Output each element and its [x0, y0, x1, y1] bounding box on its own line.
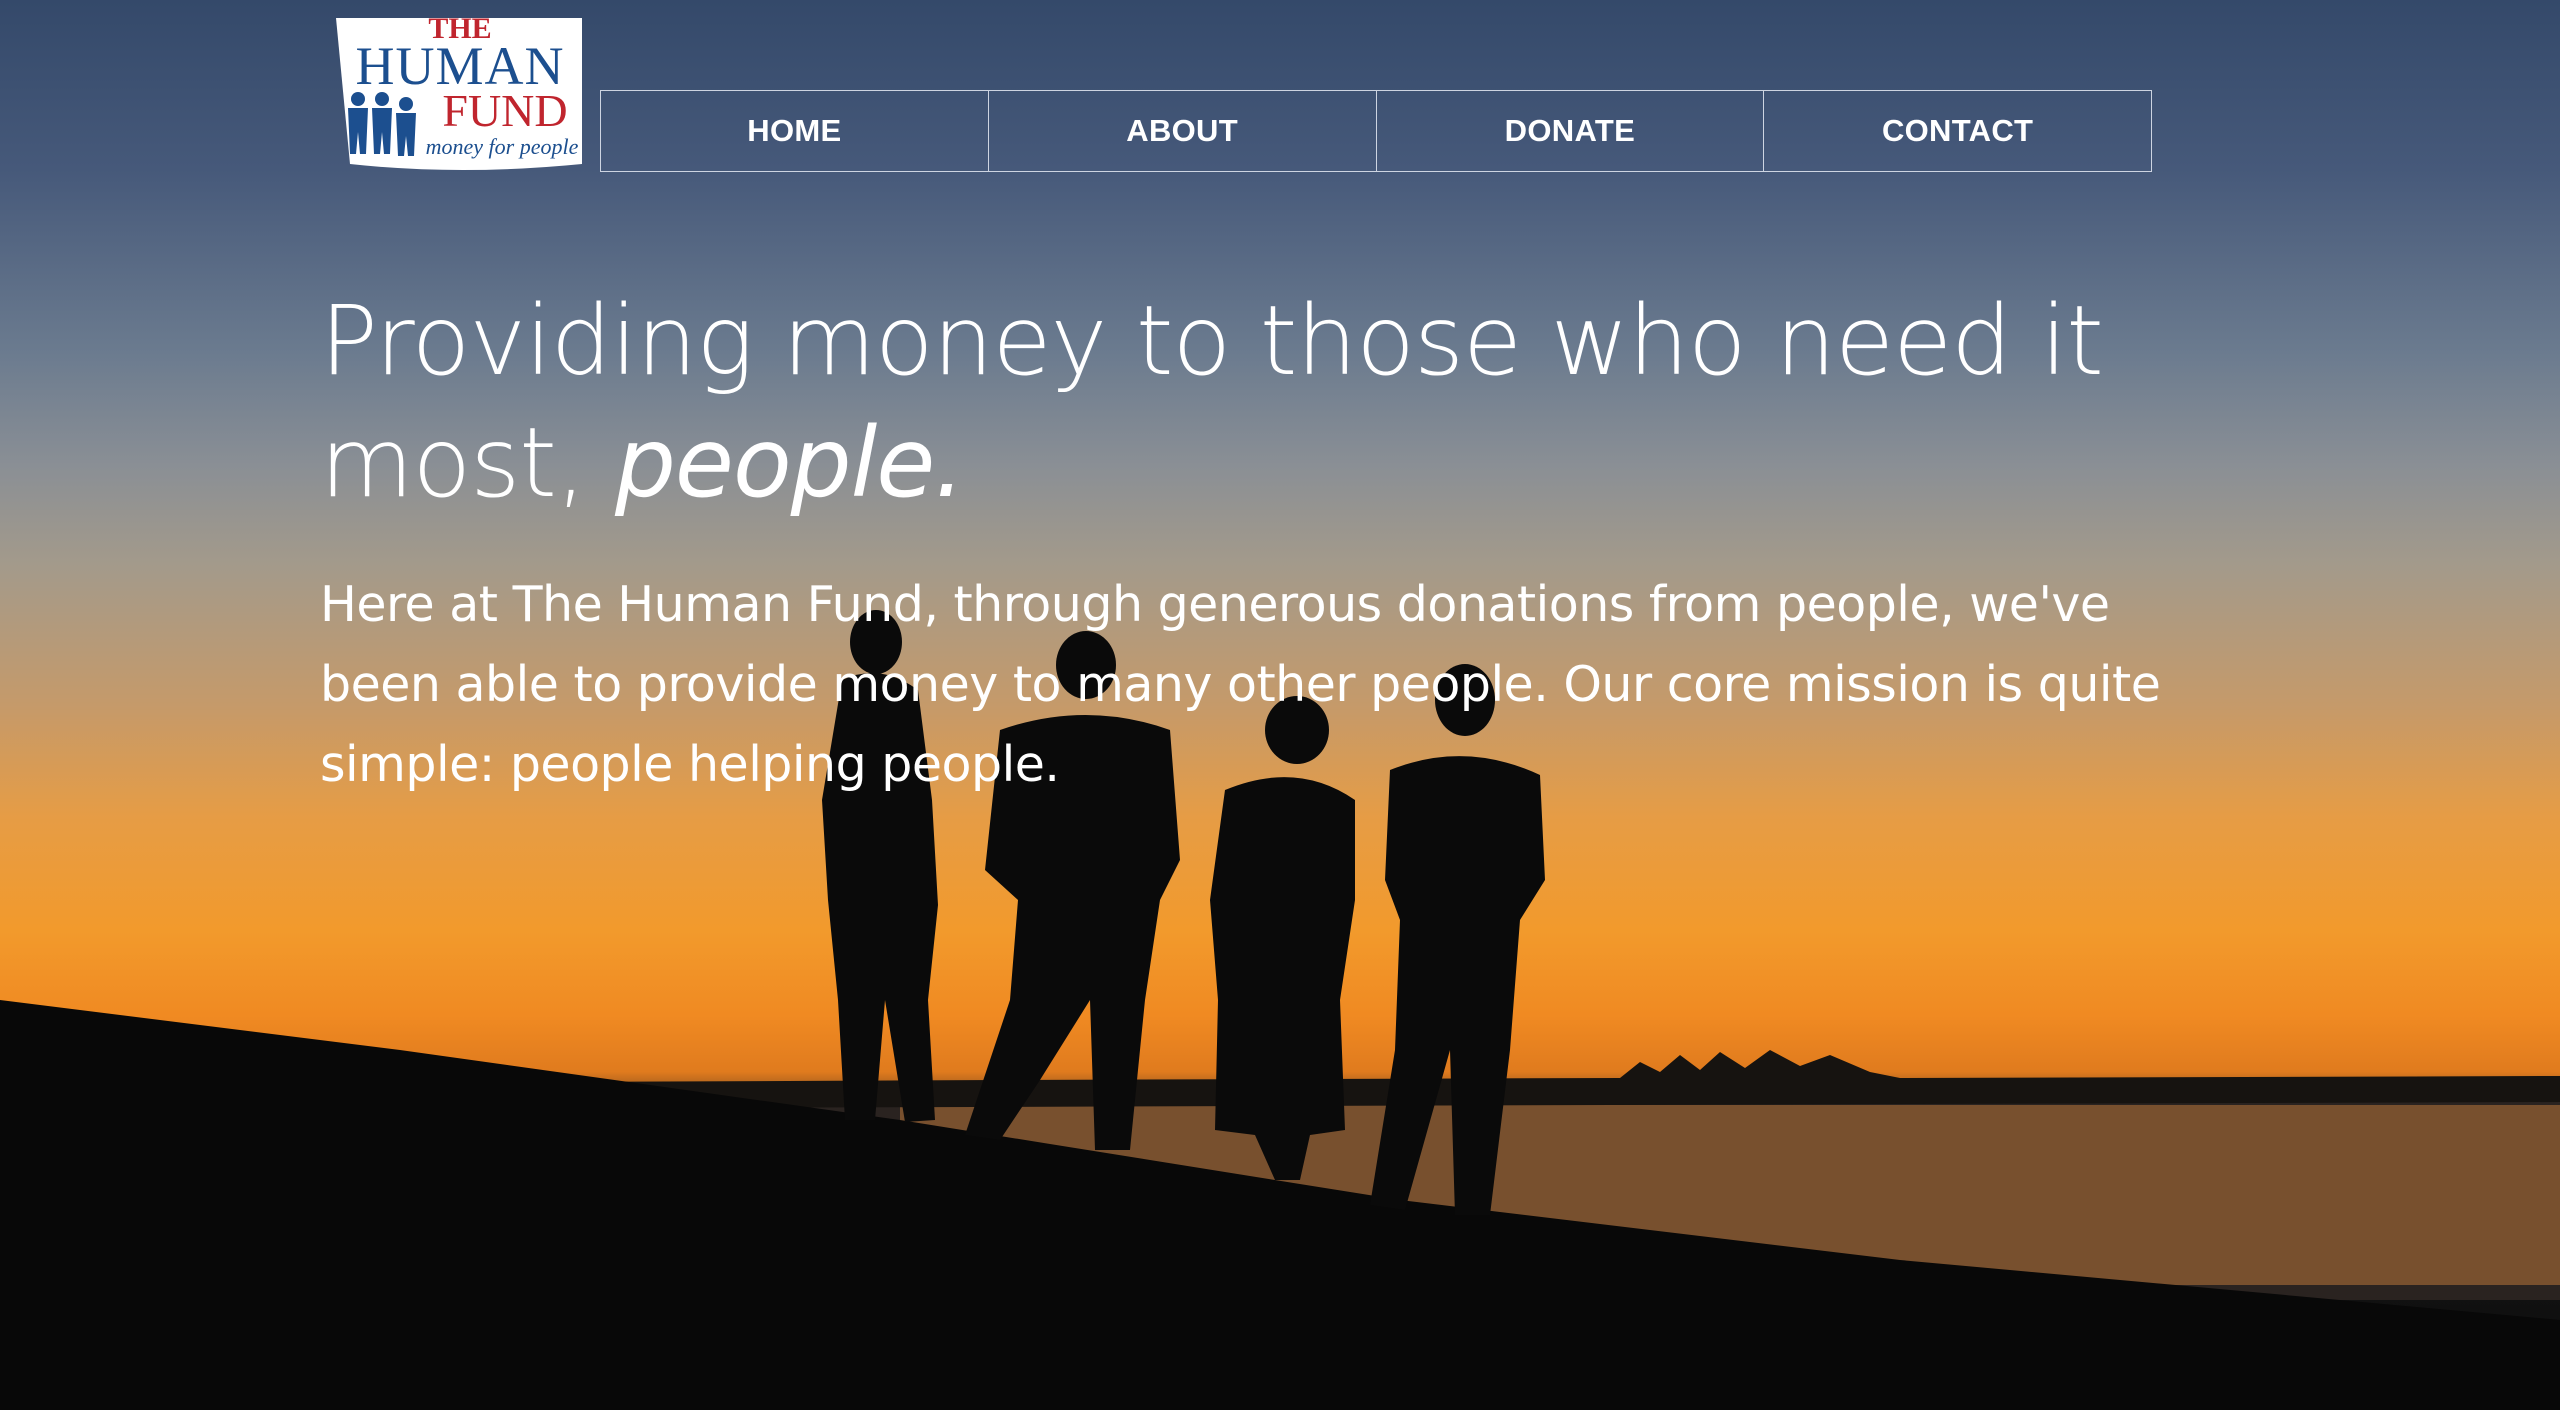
nav-contact[interactable]: CONTACT: [1764, 91, 2151, 171]
page: THE HUMAN FUND money for people HOME ABO…: [0, 0, 2560, 1410]
hero-body-text: Here at The Human Fund, through generous…: [320, 576, 2161, 793]
human-fund-logo: THE HUMAN FUND money for people: [336, 12, 582, 170]
logo-line-fund: FUND: [442, 85, 567, 136]
main-nav: HOME ABOUT DONATE CONTACT: [600, 90, 2152, 172]
logo[interactable]: THE HUMAN FUND money for people: [330, 4, 588, 174]
nav-home[interactable]: HOME: [601, 91, 989, 171]
nav-about[interactable]: ABOUT: [989, 91, 1377, 171]
hero-headline: Providing money to those who need it mos…: [320, 280, 2220, 524]
headline-emphasis: people.: [614, 407, 965, 519]
nav-donate[interactable]: DONATE: [1377, 91, 1765, 171]
logo-tagline: money for people: [426, 134, 579, 159]
headline-main: Providing money to those who need it mos…: [320, 285, 2104, 519]
